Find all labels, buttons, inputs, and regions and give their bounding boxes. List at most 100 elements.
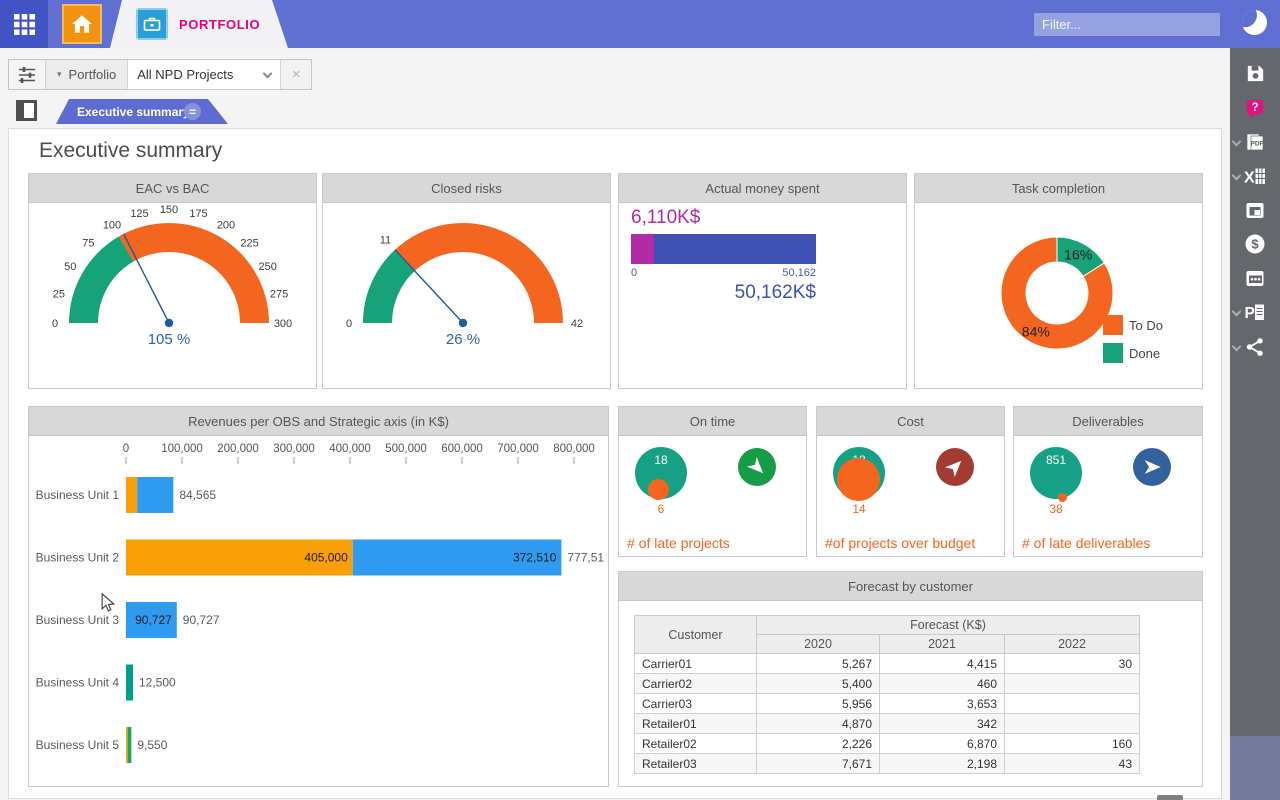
kpi-sub-value: 14 [835,502,883,516]
forecast-value-cell [1005,694,1140,714]
bullet-value-label: 6,110K$ [631,207,700,229]
sidebar-footer [1230,736,1280,800]
kpi-caption: # of late deliverables [1022,535,1150,551]
portfolio-select-value: All NPD Projects [137,67,233,82]
view-tab-executive-summary[interactable]: Executive summary = [56,99,228,124]
svg-text:75: 75 [82,237,94,249]
card-revenues: Revenues per OBS and Strategic axis (in … [28,406,609,787]
svg-text:42: 42 [571,318,583,330]
calendar-button[interactable] [1230,194,1280,226]
customer-cell: Retailer01 [635,714,757,734]
bottom-handle[interactable] [1157,795,1183,800]
forecast-group-header: Forecast (K$) [757,616,1140,635]
svg-text:16%: 16% [1064,246,1092,262]
powerpoint-export-icon: P [1243,300,1267,324]
app-launcher-button[interactable] [0,0,48,48]
customer-column-header: Customer [635,616,757,654]
svg-text:90,727: 90,727 [183,613,220,627]
portfolio-tab-label: PORTFOLIO [179,17,260,32]
svg-text:25: 25 [53,288,65,300]
pdf-export-button[interactable]: PDF [1230,126,1280,158]
tab-menu-icon[interactable]: = [184,103,201,120]
year-column-header: 2020 [757,635,880,654]
svg-text:125: 125 [130,208,148,220]
clear-filter-button[interactable]: × [280,60,311,89]
customer-cell: Retailer02 [635,734,757,754]
customer-cell: Carrier02 [635,674,757,694]
excel-export-button[interactable]: X [1230,160,1280,192]
chevron-down-icon[interactable] [1232,137,1242,147]
svg-text:84%: 84% [1022,324,1050,340]
card-task-completion: Task completion 16%84%To DoDone [914,173,1203,389]
forecast-data-table: CustomerForecast (K$)202020212022Carrier… [634,615,1140,774]
card-cost: Cost 1814#of projects over budget [816,406,1005,557]
svg-text:400,000: 400,000 [329,443,371,455]
card-on-time: On time 186# of late projects [618,406,807,557]
forecast-value-cell [1005,674,1140,694]
dropdown-arrow-icon[interactable]: ▾ [57,69,62,80]
chevron-down-icon[interactable] [1232,307,1242,317]
svg-text:$: $ [1251,237,1259,252]
top-header-bar: PORTFOLIO [0,0,1280,48]
svg-text:225: 225 [240,237,258,249]
forecast-value-cell: 2,198 [880,754,1005,774]
forecast-table: CustomerForecast (K$)202020212022Carrier… [619,601,1202,786]
kpi-sub-circle [1058,493,1067,502]
bullet-fill [631,234,654,264]
schedule-button[interactable] [1230,262,1280,294]
svg-text:600,000: 600,000 [441,443,483,455]
kpi-caption: # of late projects [627,535,730,551]
svg-text:700,000: 700,000 [497,443,539,455]
svg-text:?: ? [1251,101,1258,113]
chevron-down-icon[interactable] [1232,171,1242,181]
filter-input[interactable] [1034,13,1220,36]
forecast-value-cell: 30 [1005,654,1140,674]
table-row: Carrier035,9563,653 [635,694,1140,714]
kpi-sub-value: 6 [637,502,685,516]
chevron-down-icon[interactable] [1232,342,1242,352]
portfolio-field-label: ▾ Portfolio [46,60,128,89]
svg-text:0: 0 [346,318,352,330]
forecast-value-cell: 3,653 [880,694,1005,714]
portfolio-select[interactable]: All NPD Projects [128,60,280,89]
help-button[interactable]: ? [1230,92,1280,124]
svg-text:Business Unit 2: Business Unit 2 [36,551,120,565]
forecast-value-cell: 460 [880,674,1005,694]
powerpoint-export-button[interactable]: P [1230,296,1280,328]
card-closed-risks: Closed risks 0114226 % [322,173,611,389]
portfolio-tab[interactable]: PORTFOLIO [110,0,288,48]
table-row: Retailer014,870342 [635,714,1140,734]
svg-text:175: 175 [189,208,207,220]
card-title: Actual money spent [619,174,906,203]
svg-text:9,550: 9,550 [137,738,167,752]
forecast-value-cell: 4,415 [880,654,1005,674]
kpi-sub-circle [837,458,880,501]
save-button[interactable] [1230,57,1280,89]
bullet-axis: 050,162 [631,267,816,279]
cost-button[interactable]: $ [1230,228,1280,260]
svg-text:0: 0 [123,443,129,455]
panel-toggle-icon[interactable] [16,100,37,121]
bullet-target-label: 50,162K$ [631,282,816,304]
forecast-value-cell: 5,267 [757,654,880,674]
svg-text:100: 100 [103,219,121,231]
card-title: Task completion [915,174,1202,203]
forecast-value-cell: 4,870 [757,714,880,734]
closed-risks-gauge: 0114226 % [323,203,610,388]
trend-arrow-icon [1133,448,1171,486]
help-icon: ? [1244,97,1267,120]
svg-text:0: 0 [52,318,58,330]
svg-text:26 %: 26 % [446,331,480,348]
svg-text:200: 200 [217,219,235,231]
year-column-header: 2022 [1005,635,1140,654]
share-button[interactable] [1230,331,1280,363]
chevron-down-icon [263,68,273,78]
filter-settings-button[interactable] [9,60,46,89]
svg-text:Business Unit 1: Business Unit 1 [36,488,120,502]
trend-arrow-icon [738,448,776,486]
home-button[interactable] [62,4,102,44]
forecast-value-cell: 2,226 [757,734,880,754]
customer-cell: Carrier03 [635,694,757,714]
svg-text:500,000: 500,000 [385,443,427,455]
card-title: Deliverables [1014,407,1202,436]
